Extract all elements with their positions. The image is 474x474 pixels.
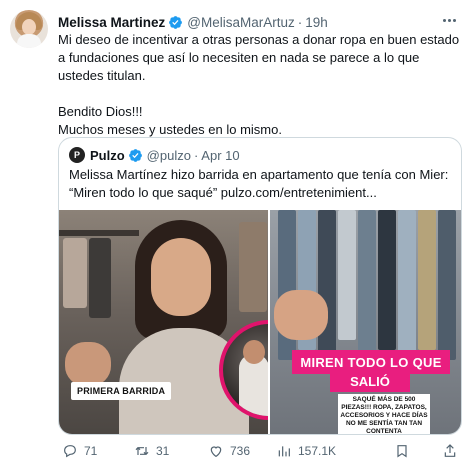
quoted-tweet-header: P Pulzo @pulzo · Apr 10 [69, 146, 240, 164]
tweet-header: Melissa Martinez @MelisaMarArtuz · 19h [58, 12, 438, 32]
bookmark-icon [397, 445, 407, 458]
bookmark-button[interactable] [394, 440, 410, 462]
separator: · [193, 147, 199, 163]
tweet-actions: 71 31 736 157.1K [58, 440, 463, 462]
like-button[interactable]: 736 [208, 440, 250, 462]
like-count: 736 [230, 444, 251, 458]
quoted-author-name: Pulzo [90, 147, 125, 163]
tweet-text-paragraph-2: Bendito Dios!!! [58, 104, 143, 119]
tweet[interactable]: Melissa Martinez @MelisaMarArtuz · 19h M… [0, 0, 474, 474]
reply-icon [64, 445, 76, 458]
quoted-tweet[interactable]: P Pulzo @pulzo · Apr 10 Melissa Martínez… [58, 137, 462, 435]
quoted-timestamp: Apr 10 [201, 147, 240, 163]
retweet-icon [135, 447, 149, 455]
reply-button[interactable]: 71 [62, 440, 97, 462]
views-button[interactable]: 157.1K [276, 440, 336, 462]
quoted-avatar: P [69, 147, 85, 163]
quoted-tweet-text: Melissa Martínez hizo barrida en apartam… [69, 167, 449, 200]
like-icon [210, 446, 222, 458]
views-count: 157.1K [298, 444, 337, 458]
author-name[interactable]: Melissa Martinez [58, 15, 165, 30]
avatar[interactable] [10, 10, 48, 48]
timestamp[interactable]: 19h [305, 15, 328, 30]
more-icon[interactable] [438, 10, 460, 30]
share-button[interactable] [442, 440, 458, 462]
retweet-count: 31 [156, 444, 170, 458]
tweet-text: Mi deseo de incentivar a otras personas … [58, 31, 463, 139]
verified-badge-icon [128, 148, 142, 162]
separator: · [297, 14, 303, 30]
media-caption: SAQUÉ MÁS DE 500 PIEZAS!!! ROPA, ZAPATOS… [338, 394, 430, 434]
share-icon [444, 444, 456, 457]
quoted-author-handle: @pulzo [146, 147, 191, 163]
views-icon [278, 446, 290, 457]
retweet-button[interactable]: 31 [134, 440, 169, 462]
tweet-text-paragraph-1: Mi deseo de incentivar a otras personas … [58, 32, 460, 83]
verified-badge-icon [169, 15, 183, 29]
quoted-media[interactable]: PRIMERA BARRIDA MIREN TODO LO QUE SALIÓ [59, 210, 461, 434]
author-handle[interactable]: @MelisaMarArtuz [187, 15, 294, 30]
media-label-primera-barrida: PRIMERA BARRIDA [71, 382, 172, 400]
media-banner-line-2: SALIÓ [330, 370, 410, 392]
media-image-left[interactable]: PRIMERA BARRIDA [59, 210, 268, 434]
reply-count: 71 [84, 444, 98, 458]
media-image-right[interactable]: MIREN TODO LO QUE SALIÓ SAQUÉ MÁS DE 500… [270, 210, 461, 434]
